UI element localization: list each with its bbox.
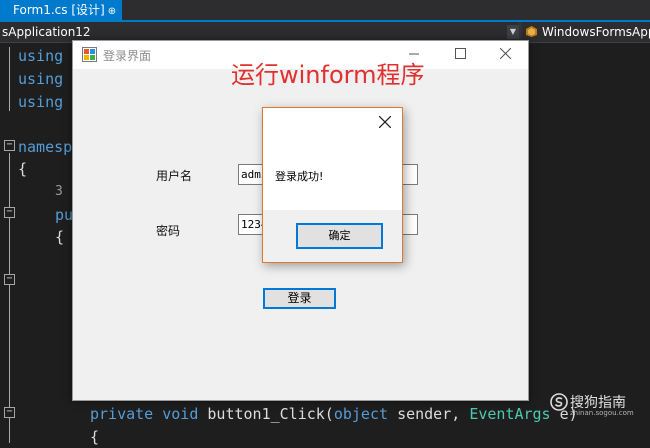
password-label: 密码 — [156, 224, 181, 238]
maximize-icon — [454, 48, 466, 59]
code-public: pu — [55, 206, 74, 224]
code-method-signature: private void button1_Click(object sender… — [90, 405, 578, 423]
code-brace: { — [18, 160, 28, 178]
code-using-3: using — [18, 93, 64, 111]
close-icon — [499, 47, 511, 60]
collapse-icon[interactable]: − — [4, 207, 15, 218]
username-label: 用户名 — [156, 169, 193, 183]
outline-guide — [9, 47, 10, 111]
code-void: void — [162, 405, 199, 423]
code-using-1: using — [18, 47, 64, 65]
message-box-body: 登录成功! — [263, 108, 402, 210]
code-object: object — [333, 405, 389, 423]
code-eventargs: EventArgs — [469, 405, 551, 423]
login-button[interactable]: 登录 — [263, 288, 336, 309]
code-namespace: namesp — [18, 138, 73, 156]
close-button[interactable] — [373, 112, 397, 134]
code-sender: sender, — [397, 405, 461, 423]
code-using-2: using — [18, 70, 64, 88]
code-brace: { — [90, 428, 100, 446]
message-text: 登录成功! — [275, 170, 324, 183]
ok-button[interactable]: 确定 — [296, 223, 383, 249]
collapse-icon[interactable]: − — [4, 140, 15, 151]
form-app-icon — [82, 47, 97, 62]
close-button[interactable] — [482, 41, 528, 69]
sogou-logo-icon — [550, 393, 568, 411]
tab-label: Form1.cs [设计] — [13, 3, 105, 17]
code-private: private — [90, 405, 154, 423]
form-title: 登录界面 — [103, 49, 152, 63]
watermark: 搜狗指南 zhinan.sogou.com — [548, 391, 643, 417]
pin-icon[interactable]: ⊕ — [108, 6, 116, 17]
code-brace: { — [55, 228, 65, 246]
collapse-icon[interactable]: − — [4, 407, 15, 418]
document-tab-bar: Form1.cs [设计] ⊕ — [0, 0, 650, 22]
collapse-icon[interactable]: − — [4, 274, 15, 285]
maximize-button[interactable] — [437, 41, 483, 69]
outline-guide — [9, 153, 10, 443]
chevron-down-icon[interactable]: ▼ — [507, 25, 519, 39]
tab-form1-design[interactable]: Form1.cs [设计] ⊕ — [10, 0, 123, 20]
class-icon — [526, 26, 537, 37]
message-box-dialog: 登录成功! 确定 — [262, 107, 403, 263]
type-dropdown-label: WindowsFormsApp — [542, 25, 650, 39]
close-icon — [378, 115, 392, 129]
project-dropdown[interactable]: sApplication12 — [0, 22, 518, 42]
watermark-subtext: zhinan.sogou.com — [570, 409, 634, 417]
tab-edge — [0, 0, 10, 22]
type-dropdown[interactable]: WindowsFormsApp — [522, 22, 650, 42]
code-method-name: button1_Click( — [207, 405, 334, 423]
annotation-text: 运行winform程序 — [231, 61, 425, 89]
project-dropdown-label: sApplication12 — [2, 25, 91, 39]
reference-count[interactable]: 3 — [55, 183, 63, 201]
